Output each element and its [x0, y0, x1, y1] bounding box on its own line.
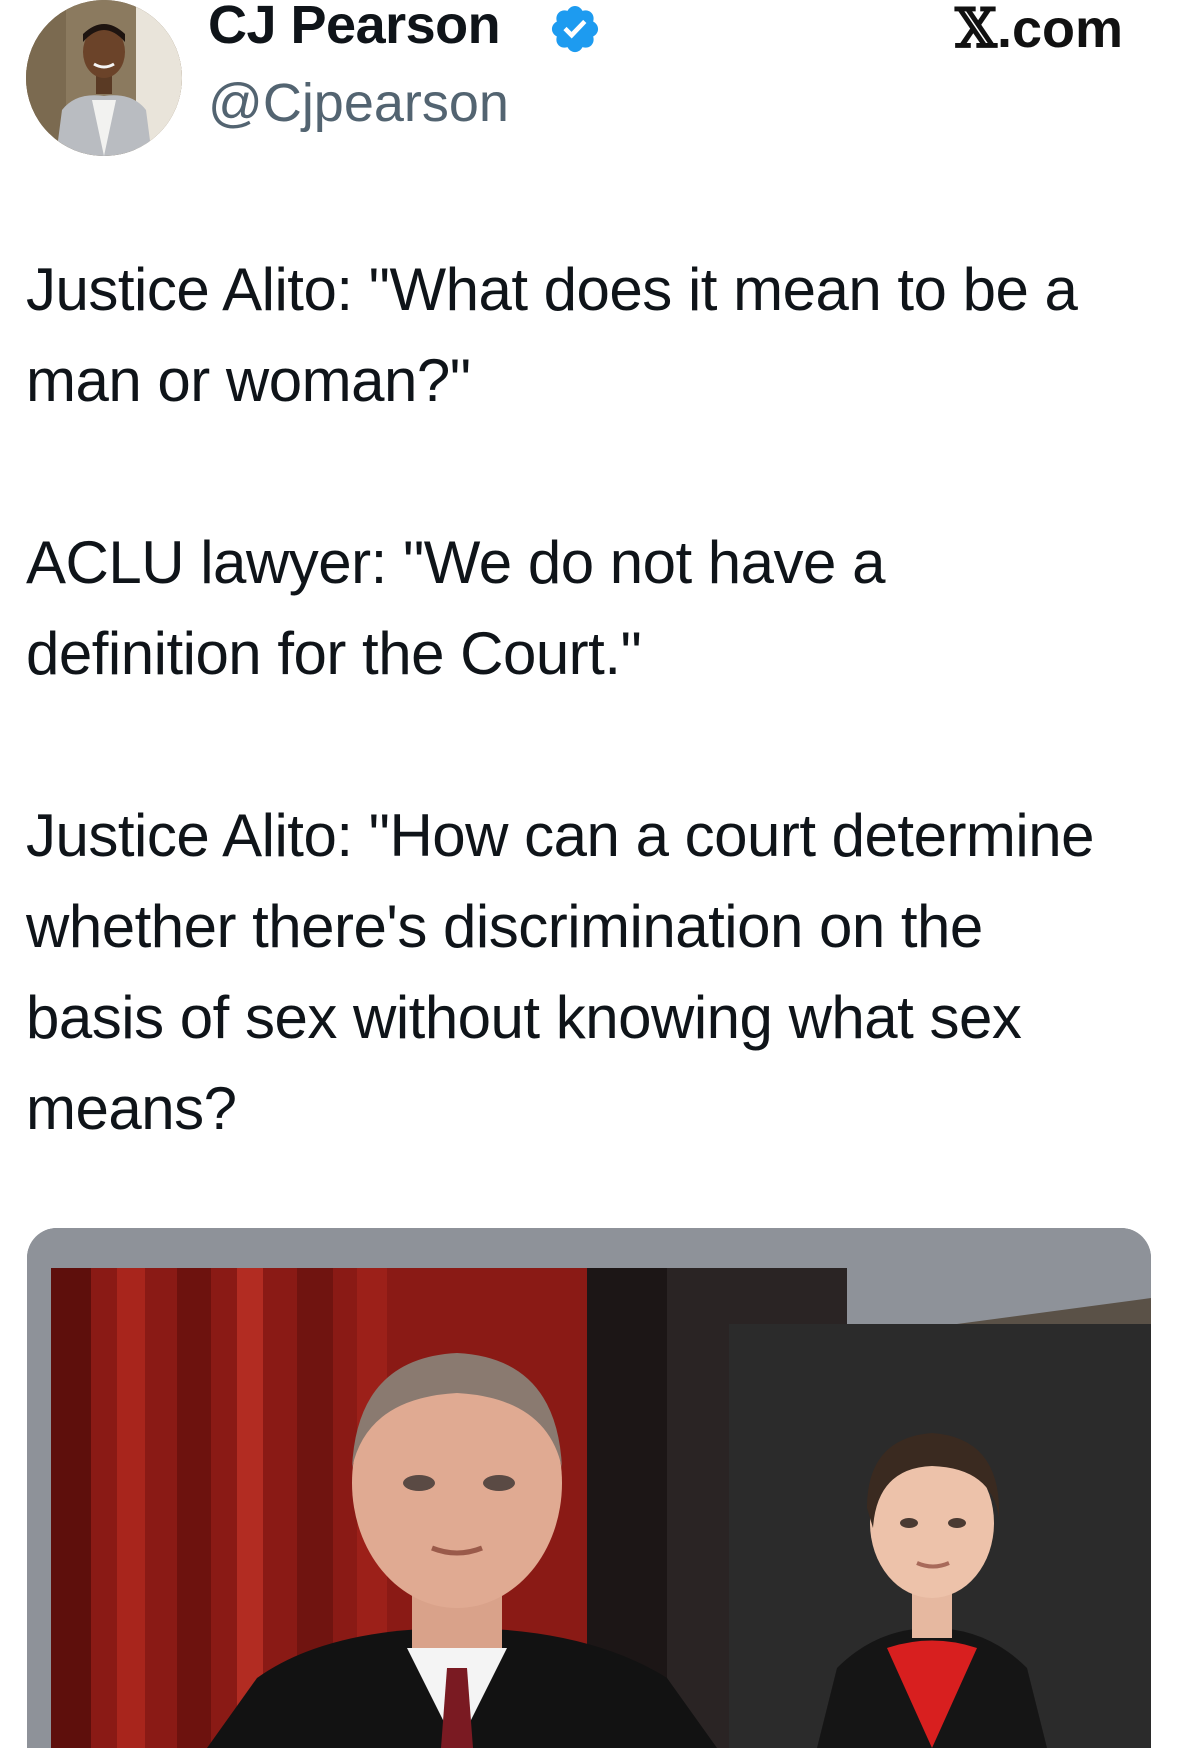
x-logo-icon: 𝕏	[955, 0, 997, 60]
author-display-name[interactable]: CJ Pearson	[208, 0, 501, 56]
verified-badge-icon	[551, 5, 599, 53]
tweet-text: Justice Alito: "What does it mean to be …	[26, 244, 1126, 1245]
author-handle[interactable]: @Cjpearson	[208, 72, 509, 134]
media-photo-composite	[27, 1228, 1151, 1748]
site-label: 𝕏.com	[955, 0, 1123, 60]
site-label-suffix: .com	[996, 0, 1123, 59]
tweet-paragraph: ACLU lawyer: "We do not have a definitio…	[26, 529, 885, 687]
tweet-media-image[interactable]	[27, 1228, 1151, 1748]
tweet-paragraph: Justice Alito: "What does it mean to be …	[26, 256, 1078, 414]
avatar-photo	[26, 0, 182, 156]
tweet-paragraph: Justice Alito: "How can a court determin…	[26, 802, 1094, 1142]
right-portrait-photo	[729, 1324, 1151, 1748]
left-portrait-photo	[51, 1268, 847, 1748]
tweet-header: CJ Pearson @Cjpearson 𝕏.com	[0, 0, 1179, 170]
author-avatar[interactable]	[26, 0, 182, 156]
